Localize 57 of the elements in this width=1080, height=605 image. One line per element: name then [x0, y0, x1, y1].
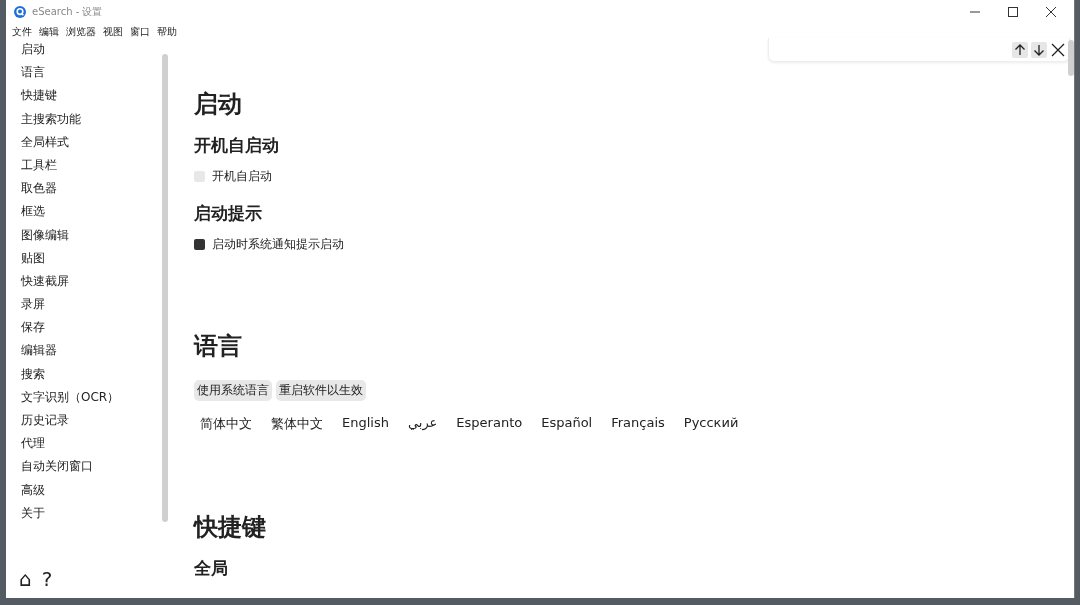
- home-button[interactable]: ⌂: [19, 568, 32, 590]
- app-logo-icon: [14, 6, 26, 18]
- menu-item[interactable]: 帮助: [157, 25, 177, 39]
- sidebar-item[interactable]: 全局样式: [21, 132, 172, 156]
- subsection-heading: 启动提示: [194, 202, 263, 225]
- menu-item[interactable]: 视图: [103, 25, 123, 39]
- language-option[interactable]: 简体中文: [200, 415, 252, 433]
- menu-item[interactable]: 窗口: [130, 25, 150, 39]
- scrollbar[interactable]: [1068, 40, 1074, 76]
- menu-item[interactable]: 浏览器: [66, 25, 96, 39]
- sidebar-item[interactable]: 录屏: [21, 295, 172, 319]
- language-option[interactable]: English: [342, 415, 389, 433]
- language-option[interactable]: Esperanto: [456, 415, 523, 433]
- sidebar-item[interactable]: 保存: [21, 318, 172, 342]
- window-title: eSearch - 设置: [32, 5, 103, 19]
- sidebar-item[interactable]: 语言: [21, 63, 172, 87]
- sidebar-item[interactable]: 贴图: [21, 248, 172, 272]
- sidebar-item[interactable]: 文字识别（OCR）: [21, 387, 172, 411]
- close-icon[interactable]: [1050, 42, 1066, 58]
- sidebar-item[interactable]: 代理: [21, 434, 172, 458]
- subsection-heading: 全局: [194, 557, 229, 580]
- sidebar-item[interactable]: 框选: [21, 202, 172, 226]
- sidebar-item[interactable]: 图像编辑: [21, 225, 172, 249]
- sidebar-item[interactable]: 快速截屏: [21, 271, 172, 296]
- action-button[interactable]: 使用系统语言: [194, 380, 272, 401]
- close-icon[interactable]: [1046, 7, 1056, 17]
- up-arrow-icon[interactable]: [1012, 42, 1028, 58]
- sidebar-item[interactable]: 自动关闭窗口: [21, 457, 172, 481]
- sidebar-item[interactable]: 历史记录: [21, 411, 172, 435]
- maximize-icon[interactable]: [1008, 7, 1018, 17]
- subsection-heading: 开机自启动: [194, 134, 280, 157]
- scrollbar[interactable]: [162, 54, 168, 522]
- menu-item[interactable]: 文件: [12, 25, 32, 39]
- checkbox[interactable]: [194, 239, 205, 250]
- sidebar-item[interactable]: 高级: [21, 480, 172, 504]
- sidebar-item[interactable]: 编辑器: [21, 341, 172, 365]
- sidebar-item[interactable]: 主搜索功能: [21, 109, 172, 133]
- help-button[interactable]: ?: [41, 568, 53, 590]
- language-option[interactable]: Русский: [683, 415, 739, 433]
- menu-item[interactable]: 编辑: [39, 25, 59, 39]
- sidebar-item[interactable]: 取色器: [21, 179, 172, 203]
- section-heading: 启动: [194, 89, 243, 120]
- sidebar-item[interactable]: 搜索: [21, 364, 172, 388]
- section-heading: 语言: [194, 331, 243, 362]
- checkbox-label: 启动时系统通知提示启动: [212, 237, 344, 252]
- action-button[interactable]: 重启软件以生效: [276, 380, 366, 401]
- sidebar-item[interactable]: 关于: [21, 503, 172, 527]
- down-arrow-icon[interactable]: [1031, 42, 1047, 58]
- language-option[interactable]: Français: [611, 415, 665, 433]
- section-heading: 快捷键: [194, 512, 267, 543]
- language-option[interactable]: Español: [541, 415, 593, 433]
- checkbox-label: 开机自启动: [212, 169, 272, 184]
- language-option[interactable]: عربي: [407, 415, 438, 433]
- language-option[interactable]: 繁体中文: [271, 415, 323, 433]
- sidebar-item[interactable]: 快捷键: [21, 86, 172, 110]
- sidebar-item[interactable]: 启动: [21, 40, 172, 64]
- sidebar-item[interactable]: 工具栏: [21, 155, 172, 180]
